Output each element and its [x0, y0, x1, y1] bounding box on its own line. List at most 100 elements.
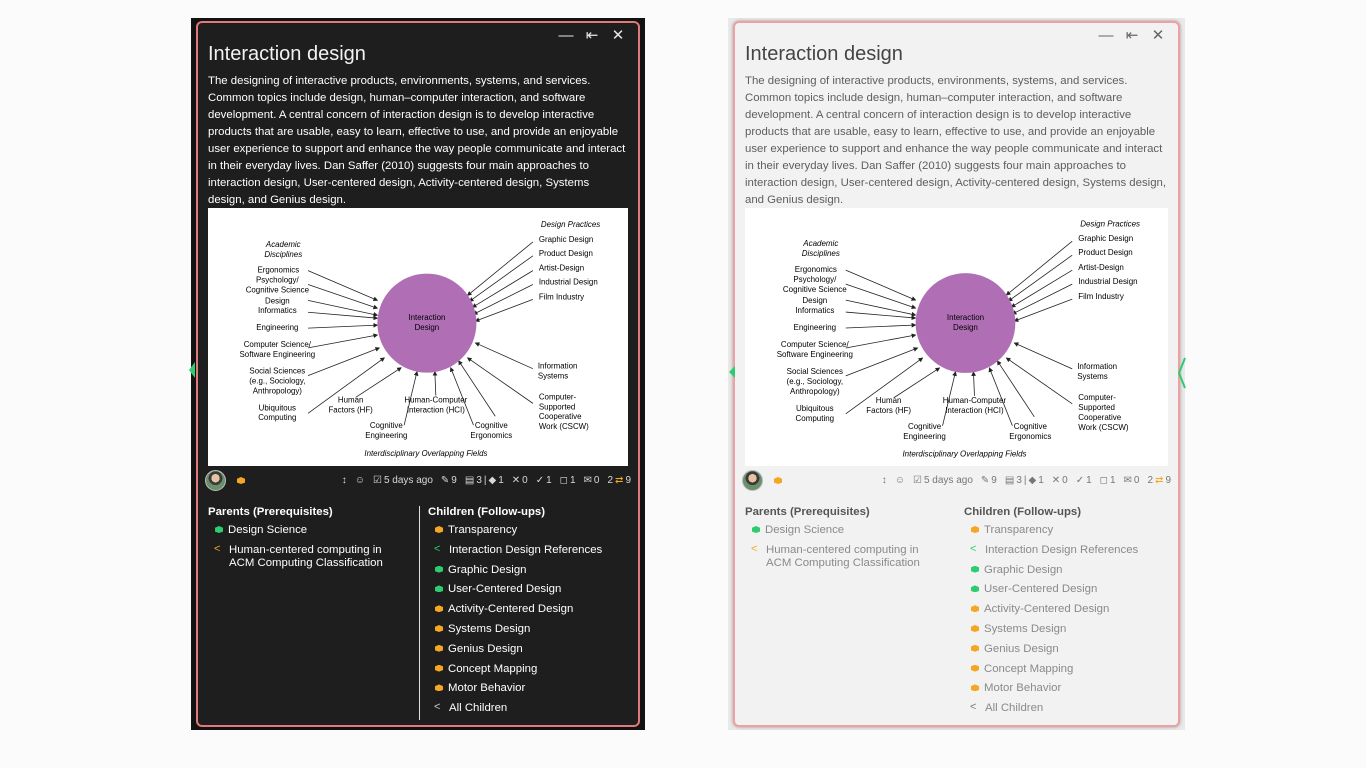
diagram-label: Film Industry — [1078, 292, 1124, 301]
diagram-label: Ergonomics — [795, 265, 837, 274]
bookmark-icon: ◻ — [1099, 474, 1108, 486]
diagram-arrow — [845, 322, 917, 329]
diagram-label: Social Sciences — [787, 367, 843, 376]
mail-icon: ✉ — [1123, 474, 1132, 486]
accepted-stat[interactable]: ✓ 1 — [536, 475, 552, 486]
fields-heading: Interdisciplinary Overlapping Fields — [364, 449, 487, 458]
accepted-stat[interactable]: ✓ 1 — [1076, 475, 1092, 486]
cube-green-icon — [434, 583, 444, 593]
messages-stat[interactable]: ✉ 0 — [584, 475, 600, 486]
diagram-label: Design — [802, 296, 827, 305]
child-link[interactable]: Concept Mapping — [434, 663, 638, 683]
diagram-label: Graphic Design — [539, 235, 594, 244]
links-stat[interactable]: 2 ⇄ 9 — [1147, 475, 1171, 486]
child-link[interactable]: Transparency — [434, 524, 638, 544]
check-icon: ✓ — [1075, 474, 1085, 486]
links-stat[interactable]: 2 ⇄ 9 — [607, 475, 631, 486]
node-title: Interaction design — [745, 43, 903, 65]
child-link[interactable]: Motor Behavior — [434, 682, 638, 702]
calendar-icon: ☑ — [913, 474, 922, 486]
child-link[interactable]: User-Centered Design — [970, 583, 1174, 603]
left-expand-arrow-light[interactable] — [729, 364, 737, 380]
collapse-to-side-icon[interactable]: ⇤ — [584, 28, 600, 44]
child-link-label: Genius Design — [448, 642, 523, 655]
rejected-stat[interactable]: ✕ 0 — [512, 475, 528, 486]
child-link[interactable]: Motor Behavior — [970, 682, 1174, 702]
diagram-arrow — [893, 367, 941, 399]
resources-stat[interactable]: ▤ 3 | ◆ 1 — [465, 475, 504, 486]
messages-stat[interactable]: ✉ 0 — [1124, 475, 1140, 486]
share-gray-icon: < — [970, 701, 977, 714]
minimize-icon[interactable]: — — [558, 28, 574, 44]
diagram-label: Software Engineering — [777, 350, 853, 359]
diagram-arrow — [474, 298, 534, 322]
diagram-label: Human-Computer — [404, 395, 467, 404]
parent-link[interactable]: < Human-centered computing in ACM Computi… — [751, 542, 945, 580]
child-link[interactable]: < All Children — [970, 702, 1174, 722]
avatar[interactable] — [742, 469, 763, 491]
children-heading: Children (Follow-ups) — [964, 506, 1082, 518]
collapse-to-side-icon[interactable]: ⇤ — [1124, 28, 1140, 44]
edits-stat[interactable]: ✎ 9 — [981, 475, 997, 486]
edits-stat[interactable]: ✎ 9 — [441, 475, 457, 486]
child-link[interactable]: Concept Mapping — [970, 663, 1174, 683]
cube-orange-icon — [434, 682, 444, 692]
swap-icon: ⇄ — [615, 474, 624, 486]
child-link-label: Motor Behavior — [448, 682, 526, 695]
child-link[interactable]: Activity-Centered Design — [434, 603, 638, 623]
cube-green-icon — [434, 564, 444, 574]
child-link[interactable]: Graphic Design — [434, 564, 638, 584]
child-link[interactable]: Transparency — [970, 524, 1174, 544]
diagram-label: Ubiquitous — [259, 403, 296, 412]
cube-green-icon — [214, 524, 224, 534]
child-link[interactable]: Activity-Centered Design — [970, 603, 1174, 623]
minimize-icon[interactable]: — — [1098, 28, 1114, 44]
left-expand-arrow-dark[interactable] — [187, 362, 195, 378]
followers-icon[interactable]: ☺ — [355, 475, 365, 486]
child-link[interactable]: Systems Design — [434, 623, 638, 643]
child-link[interactable]: Systems Design — [970, 623, 1174, 643]
resize-icon[interactable]: ↕ — [882, 475, 887, 486]
child-link[interactable]: Graphic Design — [970, 564, 1174, 584]
fields-heading: Interdisciplinary Overlapping Fields — [902, 450, 1026, 459]
node-type-cube-icon — [773, 475, 783, 485]
diagram-label: Supported — [539, 402, 576, 411]
parent-link[interactable]: < Human-centered computing in ACM Computi… — [214, 543, 408, 580]
diagram-label: Human-Computer — [943, 396, 1007, 405]
diagram-label: Interaction (HCI) — [407, 405, 465, 414]
child-link[interactable]: Genius Design — [434, 643, 638, 663]
child-link[interactable]: < Interaction Design References — [434, 543, 638, 564]
diagram-label: Ergonomics — [470, 431, 512, 440]
resize-icon[interactable]: ↕ — [342, 475, 347, 486]
child-link-label: Graphic Design — [448, 563, 527, 576]
diagram-label: Factors (HF) — [866, 406, 911, 415]
resources-stat[interactable]: ▤ 3 | ◆ 1 — [1005, 475, 1044, 486]
child-link-label: All Children — [449, 702, 508, 715]
child-link-label: Activity-Centered Design — [448, 603, 574, 616]
child-link[interactable]: User-Centered Design — [434, 583, 638, 603]
bookmarks-stat[interactable]: ◻ 1 — [1100, 475, 1116, 486]
close-icon[interactable]: ✕ — [1150, 28, 1166, 44]
parent-link[interactable]: Design Science — [751, 524, 945, 544]
rejected-stat[interactable]: ✕ 0 — [1052, 475, 1068, 486]
parent-link-label: Human-centered computing in ACM Computin… — [766, 543, 920, 569]
child-link[interactable]: < Interaction Design References — [970, 543, 1174, 564]
diagram-label: Cognitive — [1014, 422, 1048, 431]
diagram-label: Cognitive — [370, 421, 404, 430]
followers-icon[interactable]: ☺ — [895, 475, 905, 486]
cube-orange-icon — [970, 603, 980, 613]
practices-heading: Design Practices — [1080, 219, 1140, 228]
close-icon[interactable]: ✕ — [610, 28, 626, 44]
share-orange-icon: < — [751, 542, 758, 555]
child-link[interactable]: < All Children — [434, 702, 638, 722]
avatar[interactable] — [205, 469, 226, 491]
diagram-arrow — [1005, 240, 1073, 296]
parents-column: Parents (Prerequisites) Design Science < H… — [745, 506, 945, 580]
bookmarks-stat[interactable]: ◻ 1 — [560, 475, 576, 486]
child-link[interactable]: Genius Design — [970, 643, 1174, 663]
diagram-arrow — [307, 347, 381, 377]
right-expand-arrow-light[interactable] — [1177, 357, 1187, 389]
diagram-label: Graphic Design — [1078, 234, 1133, 243]
diagram-label: Systems — [538, 372, 568, 381]
parent-link[interactable]: Design Science — [214, 524, 408, 544]
